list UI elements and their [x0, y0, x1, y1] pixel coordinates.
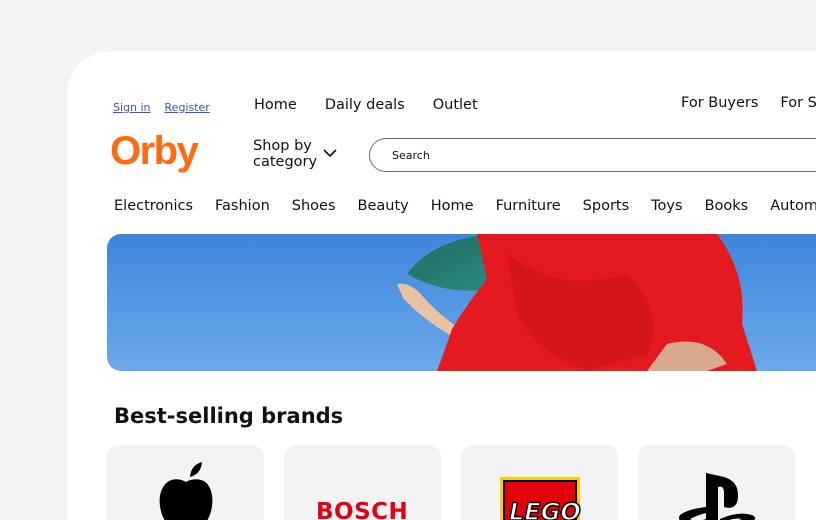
lego-logo-text: LEGO	[508, 497, 581, 520]
category-books[interactable]: Books	[705, 198, 749, 214]
shop-by-category-label: Shop by category	[253, 138, 318, 170]
right-nav: For Buyers For Sellers	[681, 95, 816, 111]
nav-for-buyers[interactable]: For Buyers	[681, 95, 758, 111]
category-home[interactable]: Home	[431, 198, 474, 214]
category-furniture[interactable]: Furniture	[496, 198, 561, 214]
category-nav: Electronics Fashion Shoes Beauty Home Fu…	[114, 198, 816, 214]
auth-links: Sign in Register	[113, 101, 210, 114]
shop-by-category-button[interactable]: Shop by category	[253, 138, 337, 170]
top-nav: Home Daily deals Outlet	[254, 97, 478, 113]
nav-outlet[interactable]: Outlet	[433, 97, 478, 113]
brands-list: BOSCH LEGO	[107, 445, 795, 520]
hero-banner[interactable]	[107, 234, 816, 371]
brand-card-playstation[interactable]	[638, 445, 795, 520]
category-fashion[interactable]: Fashion	[215, 198, 270, 214]
main-card: Sign in Register Home Daily deals Outlet…	[67, 51, 816, 520]
nav-for-sellers[interactable]: For Sellers	[780, 95, 816, 111]
category-sports[interactable]: Sports	[583, 198, 629, 214]
nav-daily-deals[interactable]: Daily deals	[325, 97, 405, 113]
category-toys[interactable]: Toys	[651, 198, 682, 214]
nav-home[interactable]: Home	[254, 97, 297, 113]
category-beauty[interactable]: Beauty	[358, 198, 409, 214]
hero-banner-image	[107, 234, 816, 371]
sign-in-link[interactable]: Sign in	[113, 101, 151, 114]
search-input[interactable]	[369, 138, 816, 172]
register-link[interactable]: Register	[165, 101, 210, 114]
apple-icon	[159, 462, 213, 520]
lego-logo: LEGO	[500, 477, 582, 520]
best-selling-brands-title: Best-selling brands	[114, 404, 344, 428]
playstation-icon	[679, 473, 756, 520]
bosch-logo: BOSCH	[316, 499, 409, 520]
logo[interactable]: Orby	[110, 129, 199, 174]
category-automotive[interactable]: Automotive	[770, 198, 816, 214]
category-electronics[interactable]: Electronics	[114, 198, 193, 214]
category-shoes[interactable]: Shoes	[292, 198, 336, 214]
brand-card-bosch[interactable]: BOSCH	[284, 445, 441, 520]
chevron-down-icon	[323, 145, 337, 163]
brand-card-apple[interactable]	[107, 445, 264, 520]
brand-card-lego[interactable]: LEGO	[461, 445, 618, 520]
